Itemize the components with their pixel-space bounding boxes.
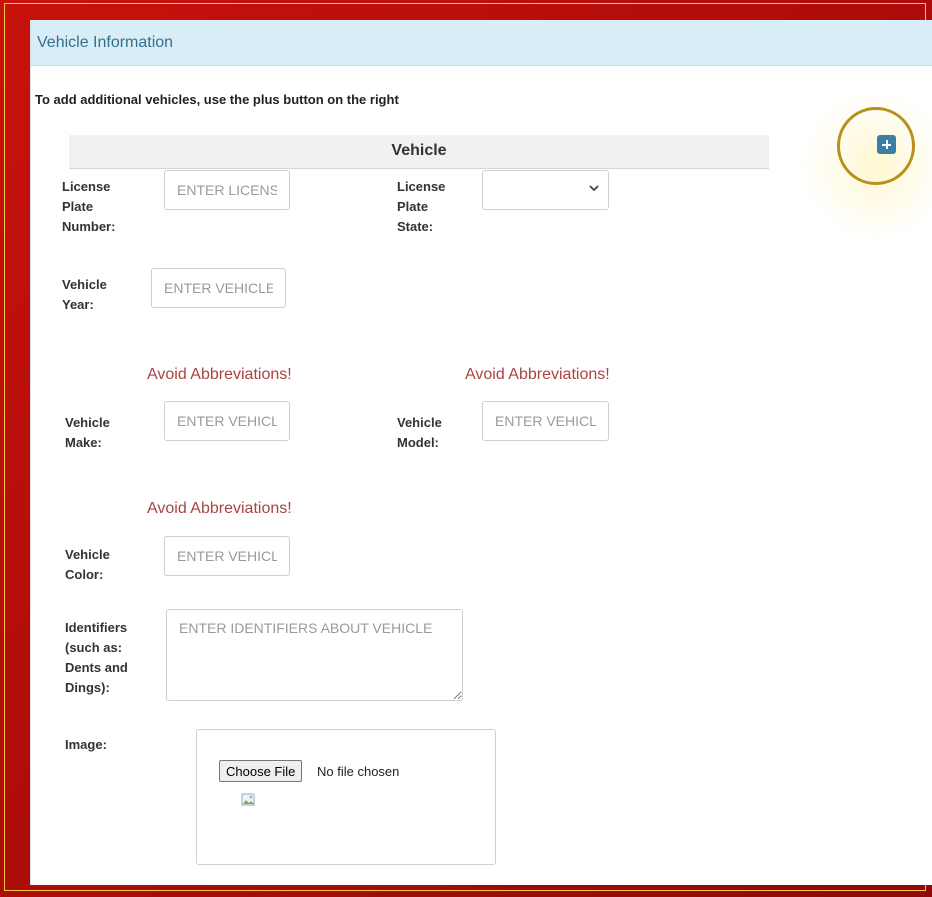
- vehicle-color-label: Vehicle Color:: [65, 547, 110, 582]
- color-warning: Avoid Abbreviations!: [147, 500, 292, 517]
- identifiers-textarea[interactable]: [166, 609, 463, 701]
- section-header: Vehicle: [69, 135, 769, 169]
- broken-image-icon: [241, 792, 257, 808]
- vehicle-year-input[interactable]: [151, 268, 286, 308]
- section-title: Vehicle: [391, 142, 447, 159]
- vehicle-information-panel: Vehicle Information To add additional ve…: [30, 20, 932, 885]
- license-plate-state-label: License Plate State:: [397, 179, 446, 234]
- image-label: Image:: [65, 737, 107, 752]
- highlight-ring: [837, 107, 915, 185]
- vehicle-year-label: Vehicle Year:: [62, 277, 107, 312]
- model-warning: Avoid Abbreviations!: [465, 366, 610, 383]
- license-plate-number-input[interactable]: [164, 170, 290, 210]
- panel-header: Vehicle Information: [31, 20, 932, 66]
- vehicle-color-input[interactable]: [164, 536, 290, 576]
- make-warning: Avoid Abbreviations!: [147, 366, 292, 383]
- vehicle-make-label: Vehicle Make:: [65, 415, 110, 450]
- vehicle-make-input[interactable]: [164, 401, 290, 441]
- image-upload-box: Choose File No file chosen: [196, 729, 496, 865]
- panel-title: Vehicle Information: [37, 34, 174, 51]
- identifiers-label: Identifiers (such as: Dents and Dings):: [65, 620, 128, 695]
- vehicle-model-label: Vehicle Model:: [397, 415, 442, 450]
- license-plate-state-select[interactable]: [482, 170, 609, 210]
- license-plate-number-label: License Plate Number:: [62, 179, 116, 234]
- choose-file-button[interactable]: Choose File: [219, 760, 303, 782]
- vehicle-model-input[interactable]: [482, 401, 609, 441]
- intro-text: To add additional vehicles, use the plus…: [35, 92, 399, 107]
- chevron-down-icon: [588, 182, 600, 197]
- file-status: No file chosen: [317, 764, 400, 779]
